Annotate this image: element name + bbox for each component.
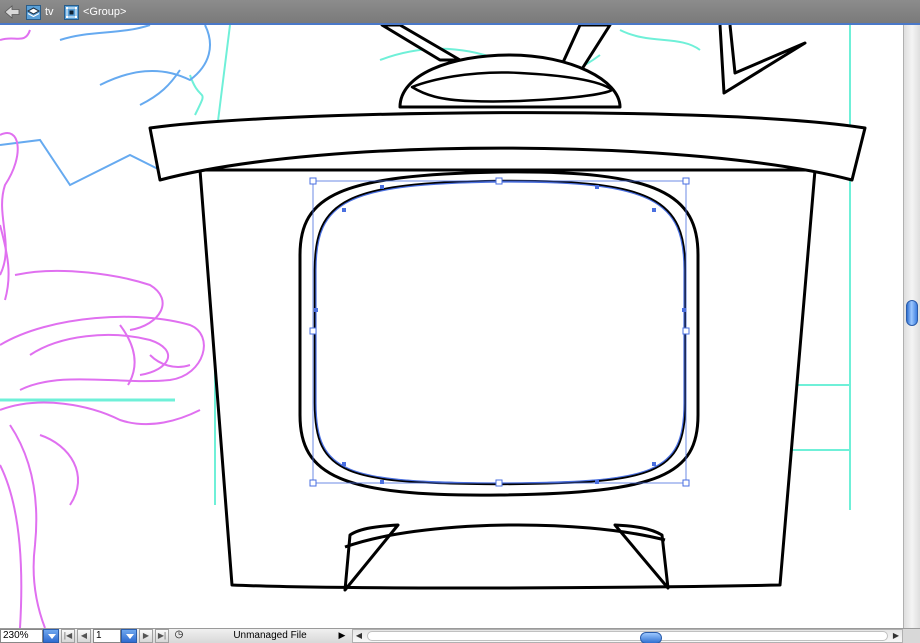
scroll-right-icon[interactable]: ▶ (890, 630, 902, 642)
scroll-left-icon[interactable]: ◀ (353, 630, 365, 642)
artboard-dropdown-button[interactable] (121, 629, 137, 643)
vertical-scrollbar[interactable] (903, 25, 920, 628)
group-icon (64, 4, 79, 20)
illustrator-document-window: tv <Group> 230% |◀ ◀ 1 ▶ ▶| ◷ Unmanaged … (0, 0, 920, 643)
breadcrumb-group[interactable]: <Group> (64, 3, 126, 21)
triangle-right-icon[interactable]: ▶ (336, 629, 348, 643)
sketch-layer-magenta (0, 29, 205, 628)
last-artboard-button[interactable]: ▶| (155, 629, 169, 643)
isolation-mode-bar: tv <Group> (0, 0, 920, 25)
status-text[interactable]: Unmanaged File (190, 629, 350, 643)
previous-artboard-button[interactable]: ◀ (77, 629, 91, 643)
status-bar: 230% |◀ ◀ 1 ▶ ▶| ◷ Unmanaged File ▶ ◀ ▶ (0, 628, 920, 643)
artwork (0, 25, 867, 628)
status-clock-icon: ◷ (174, 629, 184, 640)
scroll-corner (903, 629, 920, 643)
horizontal-scroll-track[interactable] (367, 631, 888, 643)
breadcrumb-layer-label: tv (45, 6, 54, 18)
tv-screen-path (313, 179, 687, 486)
first-artboard-button[interactable]: |◀ (61, 629, 75, 643)
breadcrumb-layer[interactable]: tv (26, 3, 54, 21)
tv-illustration (148, 25, 867, 592)
horizontal-scrollbar[interactable]: ◀ ▶ (352, 629, 903, 643)
horizontal-scroll-thumb[interactable] (640, 632, 662, 643)
artboard-canvas[interactable] (0, 25, 903, 628)
zoom-level-field[interactable]: 230% (0, 629, 43, 643)
breadcrumb-group-label: <Group> (83, 6, 127, 18)
next-artboard-button[interactable]: ▶ (139, 629, 153, 643)
back-arrow-icon[interactable] (3, 4, 21, 20)
layer-icon (26, 4, 41, 20)
zoom-dropdown-button[interactable] (43, 629, 59, 643)
artboard-number-field[interactable]: 1 (93, 629, 121, 643)
vertical-scroll-thumb[interactable] (906, 300, 918, 326)
tv-zigzag (718, 25, 807, 95)
